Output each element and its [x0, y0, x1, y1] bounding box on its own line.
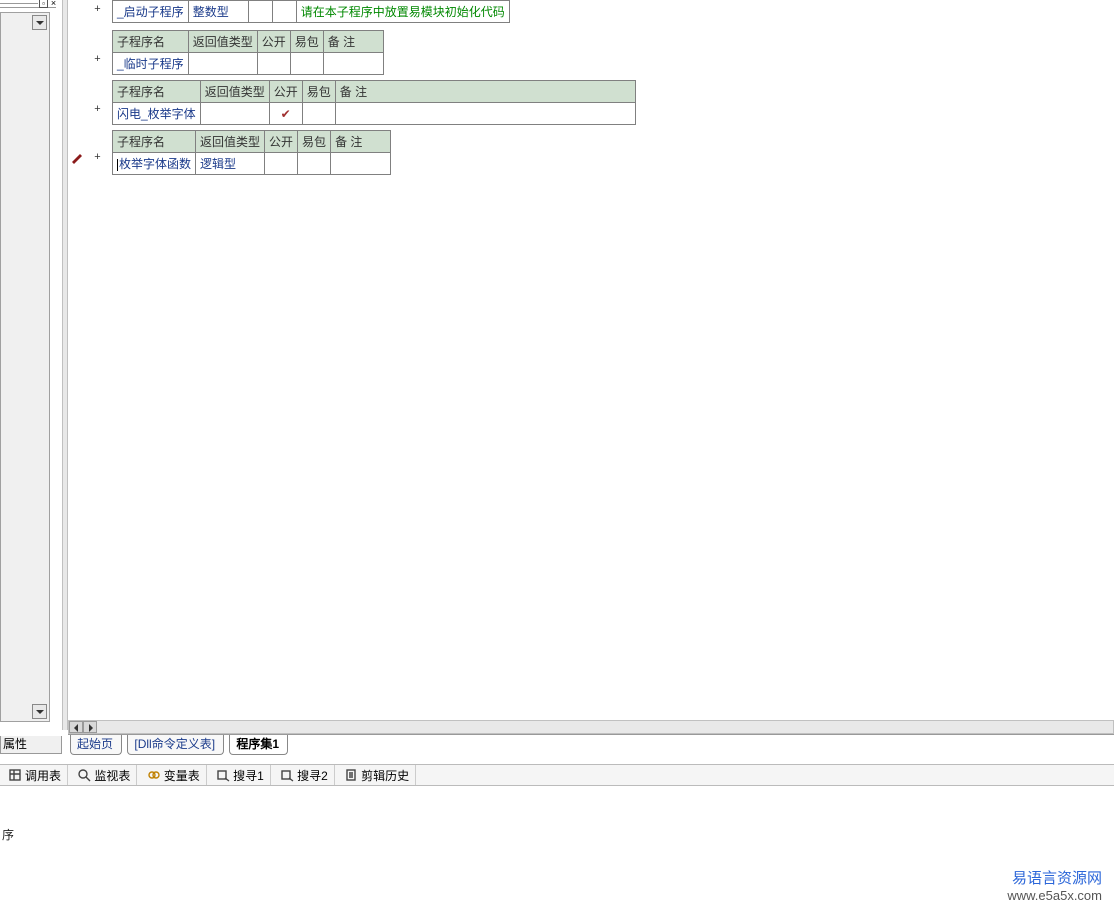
toolbar-label: 搜寻1 [233, 767, 264, 784]
left-panel-header: ▫ × [0, 0, 56, 8]
bottom-toolbar: 调用表 监视表 变量表 搜寻1 搜寻2 剪辑历史 [0, 764, 1114, 786]
document-tabs: 起始页 [Dll命令定义表] 程序集1 [68, 734, 1114, 754]
toolbar-watch-table[interactable]: 监视表 [71, 765, 137, 785]
search-icon [216, 768, 230, 782]
toolbar-label: 搜寻2 [297, 767, 328, 784]
expand-toggle-icon[interactable]: + [93, 5, 102, 14]
cell-public[interactable] [265, 153, 298, 175]
properties-tab[interactable]: 属性 [0, 736, 62, 754]
table-header-row: 子程序名 返回值类型 公开 易包 备 注 [113, 81, 636, 103]
table-row[interactable]: 枚举字体函数 逻辑型 [113, 153, 391, 175]
col-return-type: 返回值类型 [200, 81, 269, 103]
subroutine-table-4[interactable]: 子程序名 返回值类型 公开 易包 备 注 枚举字体函数 逻辑型 [112, 130, 391, 175]
toolbar-search-2[interactable]: 搜寻2 [274, 765, 335, 785]
magnifier-icon [77, 768, 91, 782]
cell-package[interactable] [290, 53, 323, 75]
status-bar: 序 [0, 826, 1114, 844]
dropdown-arrow-bottom-icon[interactable] [32, 704, 47, 719]
watermark: 易语言资源网 www.e5a5x.com [1007, 867, 1102, 903]
subroutine-table-2[interactable]: 子程序名 返回值类型 公开 易包 备 注 _临时子程序 [112, 30, 384, 75]
watermark-title: 易语言资源网 [1007, 867, 1102, 888]
close-icon[interactable]: × [49, 0, 58, 8]
subroutine-table-1[interactable]: _启动子程序 整数型 请在本子程序中放置易模块初始化代码 [112, 0, 510, 23]
cell-return-type[interactable] [188, 53, 257, 75]
cell-package[interactable] [272, 1, 296, 23]
cell-name[interactable]: 枚举字体函数 [113, 153, 196, 175]
subroutine-table-3[interactable]: 子程序名 返回值类型 公开 易包 备 注 闪电_枚举字体 ✔ [112, 80, 636, 125]
cell-package[interactable] [302, 103, 335, 125]
cell-comment[interactable] [335, 103, 635, 125]
tab-start-page[interactable]: 起始页 [70, 735, 122, 755]
cell-public[interactable]: ✔ [269, 103, 302, 125]
table-header-row: 子程序名 返回值类型 公开 易包 备 注 [113, 31, 384, 53]
col-public: 公开 [269, 81, 302, 103]
col-name: 子程序名 [113, 131, 196, 153]
search-icon [280, 768, 294, 782]
toolbar-label: 剪辑历史 [361, 767, 409, 784]
cell-public[interactable] [248, 1, 272, 23]
variable-icon [147, 768, 161, 782]
pin-icon[interactable]: ▫ [39, 0, 48, 8]
scroll-right-icon[interactable] [83, 721, 97, 733]
col-return-type: 返回值类型 [196, 131, 265, 153]
col-package: 易包 [290, 31, 323, 53]
tab-program-set-1[interactable]: 程序集1 [229, 735, 288, 755]
expand-toggle-icon[interactable]: + [93, 153, 102, 162]
col-comment: 备 注 [331, 131, 391, 153]
dropdown-arrow-top-icon[interactable] [32, 15, 47, 30]
call-table-icon [8, 768, 22, 782]
watermark-url: www.e5a5x.com [1007, 888, 1102, 903]
toolbar-clip-history[interactable]: 剪辑历史 [338, 765, 416, 785]
scroll-left-icon[interactable] [69, 721, 83, 733]
cell-public[interactable] [257, 53, 290, 75]
col-name: 子程序名 [113, 31, 189, 53]
cell-return-type[interactable]: 整数型 [188, 1, 248, 23]
col-public: 公开 [257, 31, 290, 53]
cell-return-type[interactable] [200, 103, 269, 125]
expand-toggle-icon[interactable]: + [93, 105, 102, 114]
table-row[interactable]: _启动子程序 整数型 请在本子程序中放置易模块初始化代码 [113, 1, 510, 23]
toolbar-label: 调用表 [25, 767, 61, 784]
cell-comment[interactable]: 请在本子程序中放置易模块初始化代码 [296, 1, 509, 23]
col-return-type: 返回值类型 [188, 31, 257, 53]
table-row[interactable]: _临时子程序 [113, 53, 384, 75]
left-panel-body [0, 12, 50, 722]
col-public: 公开 [265, 131, 298, 153]
table-header-row: 子程序名 返回值类型 公开 易包 备 注 [113, 131, 391, 153]
cell-name[interactable]: _临时子程序 [113, 53, 189, 75]
cell-package[interactable] [298, 153, 331, 175]
cell-name[interactable]: 闪电_枚举字体 [113, 103, 201, 125]
code-editor-area[interactable]: _启动子程序 整数型 请在本子程序中放置易模块初始化代码 子程序名 返回值类型 … [110, 0, 1114, 720]
col-comment: 备 注 [323, 31, 383, 53]
toolbar-variable-table[interactable]: 变量表 [141, 765, 207, 785]
toolbar-label: 变量表 [164, 767, 200, 784]
cell-comment[interactable] [331, 153, 391, 175]
clipboard-icon [344, 768, 358, 782]
cell-name[interactable]: _启动子程序 [113, 1, 189, 23]
tab-dll-command-def[interactable]: [Dll命令定义表] [127, 735, 224, 755]
toolbar-search-1[interactable]: 搜寻1 [210, 765, 271, 785]
col-package: 易包 [298, 131, 331, 153]
toolbar-call-table[interactable]: 调用表 [2, 765, 68, 785]
horizontal-scrollbar[interactable] [68, 720, 1114, 734]
edit-marker-icon [70, 150, 84, 164]
col-comment: 备 注 [335, 81, 635, 103]
expand-toggle-icon[interactable]: + [93, 55, 102, 64]
col-package: 易包 [302, 81, 335, 103]
table-row[interactable]: 闪电_枚举字体 ✔ [113, 103, 636, 125]
toolbar-label: 监视表 [94, 767, 130, 784]
cell-return-type[interactable]: 逻辑型 [196, 153, 265, 175]
left-side-panel: ▫ × [0, 0, 62, 730]
code-gutter: + + + + [68, 0, 110, 720]
cell-comment[interactable] [323, 53, 383, 75]
col-name: 子程序名 [113, 81, 201, 103]
